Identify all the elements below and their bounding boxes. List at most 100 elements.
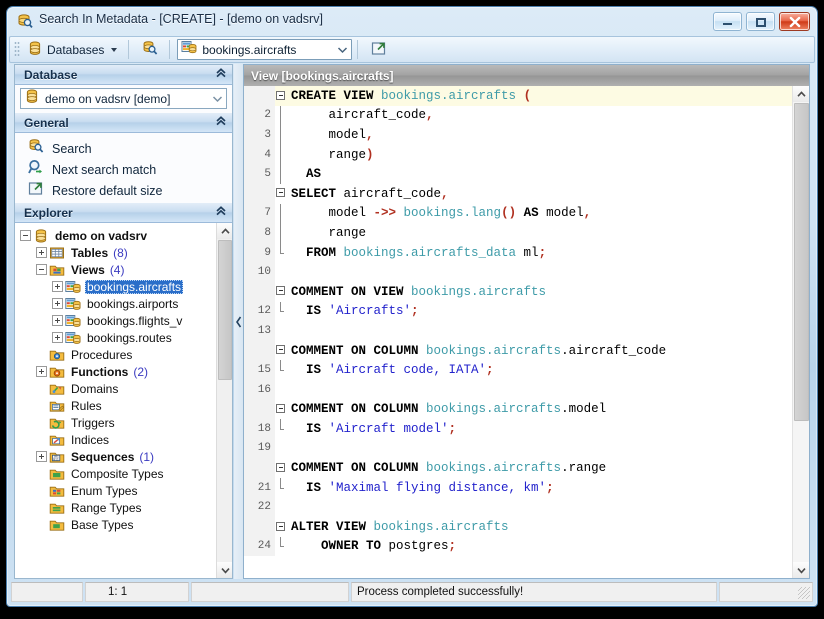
panel-header-database[interactable]: Database	[15, 65, 232, 85]
expand-icon[interactable]	[36, 451, 47, 462]
code-line[interactable]: 15 IS 'Aircraft code, IATA';	[244, 360, 792, 380]
chevron-down-icon[interactable]	[209, 89, 226, 108]
collapse-icon[interactable]	[20, 230, 31, 241]
panel-header-explorer[interactable]: Explorer	[15, 203, 232, 223]
code-line[interactable]: COMMENT ON COLUMN bookings.aircrafts.air…	[244, 340, 792, 361]
tree-item[interactable]: Tables (8)	[20, 244, 216, 261]
code-line[interactable]: 18 IS 'Aircraft model';	[244, 419, 792, 439]
fold-toggle-icon[interactable]	[275, 400, 288, 420]
scroll-thumb[interactable]	[218, 240, 232, 380]
sql-code-area[interactable]: CREATE VIEW bookings.aircrafts (2 aircra…	[244, 86, 792, 578]
code-line[interactable]: ALTER VIEW bookings.aircrafts	[244, 517, 792, 537]
tree-item[interactable]: Procedures	[20, 346, 216, 363]
chevron-down-icon[interactable]	[334, 40, 351, 59]
database-combo[interactable]: demo on vadsrv [demo]	[20, 88, 227, 109]
databases-button[interactable]: Databases	[22, 39, 123, 61]
tree-item[interactable]: 101 011 Sequences (1)	[20, 448, 216, 465]
code-line[interactable]: 12 IS 'Aircrafts';	[244, 301, 792, 322]
code-line[interactable]: 22	[244, 497, 792, 518]
tree-scrollbar[interactable]	[216, 223, 232, 578]
maximize-button[interactable]	[746, 12, 775, 31]
fold-toggle-icon[interactable]	[275, 282, 288, 302]
panel-body-general: Search Next search match Restore default…	[15, 133, 232, 203]
code-line[interactable]: 16	[244, 379, 792, 400]
panel-splitter[interactable]	[234, 64, 243, 579]
tree-item[interactable]: Rules	[20, 397, 216, 414]
code-line[interactable]: 24 OWNER TO postgres;	[244, 536, 792, 557]
tree-item[interactable]: Indices	[20, 431, 216, 448]
code-text: COMMENT ON VIEW bookings.aircrafts	[291, 284, 547, 299]
editor-scrollbar[interactable]	[792, 86, 809, 578]
expand-icon[interactable]	[52, 315, 63, 326]
chevron-double-up-icon[interactable]	[215, 66, 227, 84]
code-line[interactable]: 13	[244, 321, 792, 341]
code-line[interactable]: COMMENT ON COLUMN bookings.aircrafts.mod…	[244, 399, 792, 420]
code-line[interactable]: CREATE VIEW bookings.aircrafts (	[244, 86, 792, 106]
expand-icon[interactable]	[52, 298, 63, 309]
minimize-button[interactable]	[713, 12, 742, 31]
code-line[interactable]: 8 range	[244, 223, 792, 243]
scroll-up-button[interactable]	[793, 86, 809, 102]
fold-toggle-icon[interactable]	[275, 184, 288, 204]
code-line[interactable]: 4 range)	[244, 144, 792, 165]
code-line[interactable]: 19	[244, 438, 792, 459]
chevron-double-up-icon[interactable]	[215, 204, 227, 222]
tree-item[interactable]: Enum Types	[20, 482, 216, 499]
tree-item[interactable]: Functions (2)	[20, 363, 216, 380]
expand-icon[interactable]	[52, 281, 63, 292]
general-item-search[interactable]: Search	[15, 138, 232, 159]
code-line[interactable]: 7 model ->> bookings.lang() AS model,	[244, 203, 792, 224]
toolbar-grip[interactable]	[14, 41, 20, 58]
expand-icon[interactable]	[36, 247, 47, 258]
tree-item[interactable]: bookings.flights_v	[20, 312, 216, 329]
object-explorer-tree[interactable]: demo on vadsrv Tables (8) Views (4) bookings.…	[15, 223, 216, 578]
tree-item[interactable]: Domains	[20, 380, 216, 397]
object-combo[interactable]: bookings.aircrafts	[177, 39, 353, 60]
code-text: SELECT aircraft_code,	[291, 186, 449, 201]
expand-icon[interactable]	[52, 332, 63, 343]
scroll-down-button[interactable]	[793, 562, 809, 578]
tree-item[interactable]: Base Types	[20, 516, 216, 533]
panel-title-explorer: Explorer	[24, 205, 73, 220]
tree-item[interactable]: Views (4)	[20, 261, 216, 278]
tree-item-label: bookings.routes	[87, 330, 172, 345]
tree-item[interactable]: Triggers	[20, 414, 216, 431]
tree-item[interactable]: Range Types	[20, 499, 216, 516]
restore-default-size-button[interactable]	[365, 39, 393, 61]
general-item-restore-default-size[interactable]: Restore default size	[15, 180, 232, 201]
fold-toggle-icon[interactable]	[275, 86, 288, 106]
resize-grip-icon[interactable]	[798, 587, 810, 599]
code-line[interactable]: SELECT aircraft_code,	[244, 183, 792, 204]
scroll-thumb[interactable]	[794, 103, 809, 421]
scroll-down-button[interactable]	[217, 562, 232, 578]
code-line[interactable]: 5 AS	[244, 164, 792, 184]
code-line[interactable]: 9 FROM bookings.aircrafts_data ml;	[244, 242, 792, 263]
expand-icon[interactable]	[36, 366, 47, 377]
panel-header-general[interactable]: General	[15, 113, 232, 133]
general-item-next-search-match[interactable]: Next search match	[15, 159, 232, 180]
tree-item[interactable]: bookings.aircrafts	[20, 278, 216, 295]
collapse-icon[interactable]	[36, 264, 47, 275]
code-line[interactable]: 21 IS 'Maximal flying distance, km';	[244, 477, 792, 498]
tree-item[interactable]: demo on vadsrv	[20, 227, 216, 244]
code-line[interactable]: COMMENT ON VIEW bookings.aircrafts	[244, 281, 792, 302]
chevron-down-icon[interactable]	[111, 47, 118, 52]
tree-item[interactable]: bookings.airports	[20, 295, 216, 312]
panel-body-explorer: demo on vadsrv Tables (8) Views (4) bookings.…	[15, 223, 232, 578]
fold-guide	[275, 203, 288, 224]
fold-toggle-icon[interactable]	[275, 341, 288, 361]
search-metadata-button[interactable]	[136, 39, 164, 61]
tree-item[interactable]: Composite Types	[20, 465, 216, 482]
code-line[interactable]: 3 model,	[244, 125, 792, 145]
title-bar[interactable]: Search In Metadata - [CREATE] - [demo on…	[7, 7, 817, 35]
tree-item[interactable]: bookings.routes	[20, 329, 216, 346]
code-line[interactable]: COMMENT ON COLUMN bookings.aircrafts.ran…	[244, 458, 792, 478]
view-object-icon	[65, 331, 81, 345]
close-button[interactable]	[779, 12, 810, 31]
scroll-up-button[interactable]	[217, 223, 232, 239]
fold-toggle-icon[interactable]	[275, 458, 288, 478]
chevron-double-up-icon[interactable]	[215, 114, 227, 132]
code-line[interactable]: 10	[244, 262, 792, 282]
fold-toggle-icon[interactable]	[275, 517, 288, 537]
code-line[interactable]: 2 aircraft_code,	[244, 105, 792, 126]
